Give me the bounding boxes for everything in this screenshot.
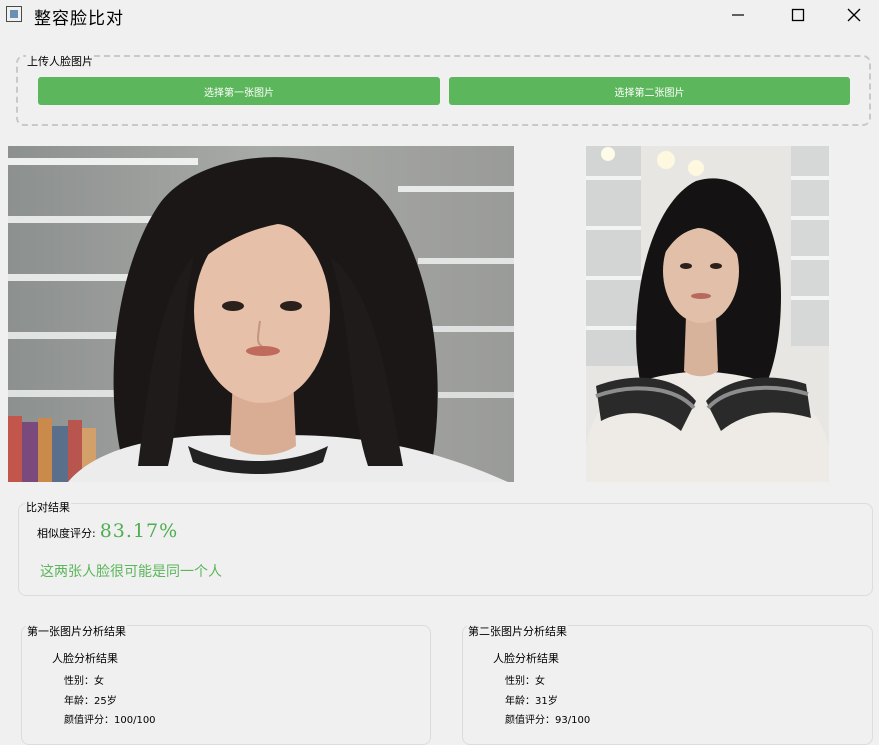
gender-row: 性别女 [505, 672, 545, 687]
similarity-score: 83.17% [99, 520, 179, 542]
close-button[interactable] [828, 0, 879, 30]
upload-group: 上传人脸图片 选择第一张图片 选择第二张图片 [16, 53, 871, 126]
gender-value: 女 [535, 676, 545, 687]
minimize-icon [732, 14, 744, 16]
first-face-image [8, 146, 514, 482]
verdict-text: 这两张人脸很可能是同一个人 [40, 564, 222, 580]
maximize-button[interactable] [768, 0, 828, 30]
first-image-analysis-group: 第一张图片分析结果 人脸分析结果 性别女 年龄25岁 颜值评分100/100 [21, 623, 431, 745]
face-analysis-heading: 人脸分析结果 [493, 652, 559, 665]
select-second-image-button[interactable]: 选择第二张图片 [449, 77, 850, 105]
similarity-row: 相似度评分: 83.17% [37, 520, 178, 542]
age-label: 年龄 [64, 696, 94, 707]
close-icon [847, 8, 860, 22]
similarity-label: 相似度评分: [37, 527, 96, 540]
analysis-title: 第一张图片分析结果 [26, 623, 127, 639]
beauty-label: 颜值评分 [505, 715, 555, 726]
beauty-row: 颜值评分93/100 [505, 711, 590, 726]
comparison-result-group: 比对结果 相似度评分: 83.17% 这两张人脸很可能是同一个人 [18, 499, 873, 596]
beauty-label: 颜值评分 [64, 715, 114, 726]
minimize-button[interactable] [708, 0, 768, 30]
select-first-image-button[interactable]: 选择第一张图片 [38, 77, 440, 105]
age-row: 年龄31岁 [505, 692, 558, 707]
gender-label: 性别 [505, 676, 535, 687]
app-icon [6, 6, 22, 22]
second-face-image [586, 146, 829, 482]
maximize-icon [791, 8, 805, 22]
title-bar: 整容脸比对 [0, 0, 879, 30]
age-value: 31岁 [535, 696, 558, 707]
age-label: 年龄 [505, 696, 535, 707]
beauty-value: 93/100 [555, 715, 591, 726]
second-image-analysis-group: 第二张图片分析结果 人脸分析结果 性别女 年龄31岁 颜值评分93/100 [462, 623, 873, 745]
beauty-value: 100/100 [114, 715, 156, 726]
age-row: 年龄25岁 [64, 692, 117, 707]
analysis-title: 第二张图片分析结果 [467, 623, 568, 639]
gender-label: 性别 [64, 676, 94, 687]
gender-row: 性别女 [64, 672, 104, 687]
upload-group-label: 上传人脸图片 [26, 53, 94, 69]
result-group-label: 比对结果 [25, 499, 71, 515]
face-analysis-heading: 人脸分析结果 [52, 652, 118, 665]
beauty-row: 颜值评分100/100 [64, 711, 156, 726]
window-title: 整容脸比对 [34, 9, 124, 29]
gender-value: 女 [94, 676, 104, 687]
age-value: 25岁 [94, 696, 117, 707]
